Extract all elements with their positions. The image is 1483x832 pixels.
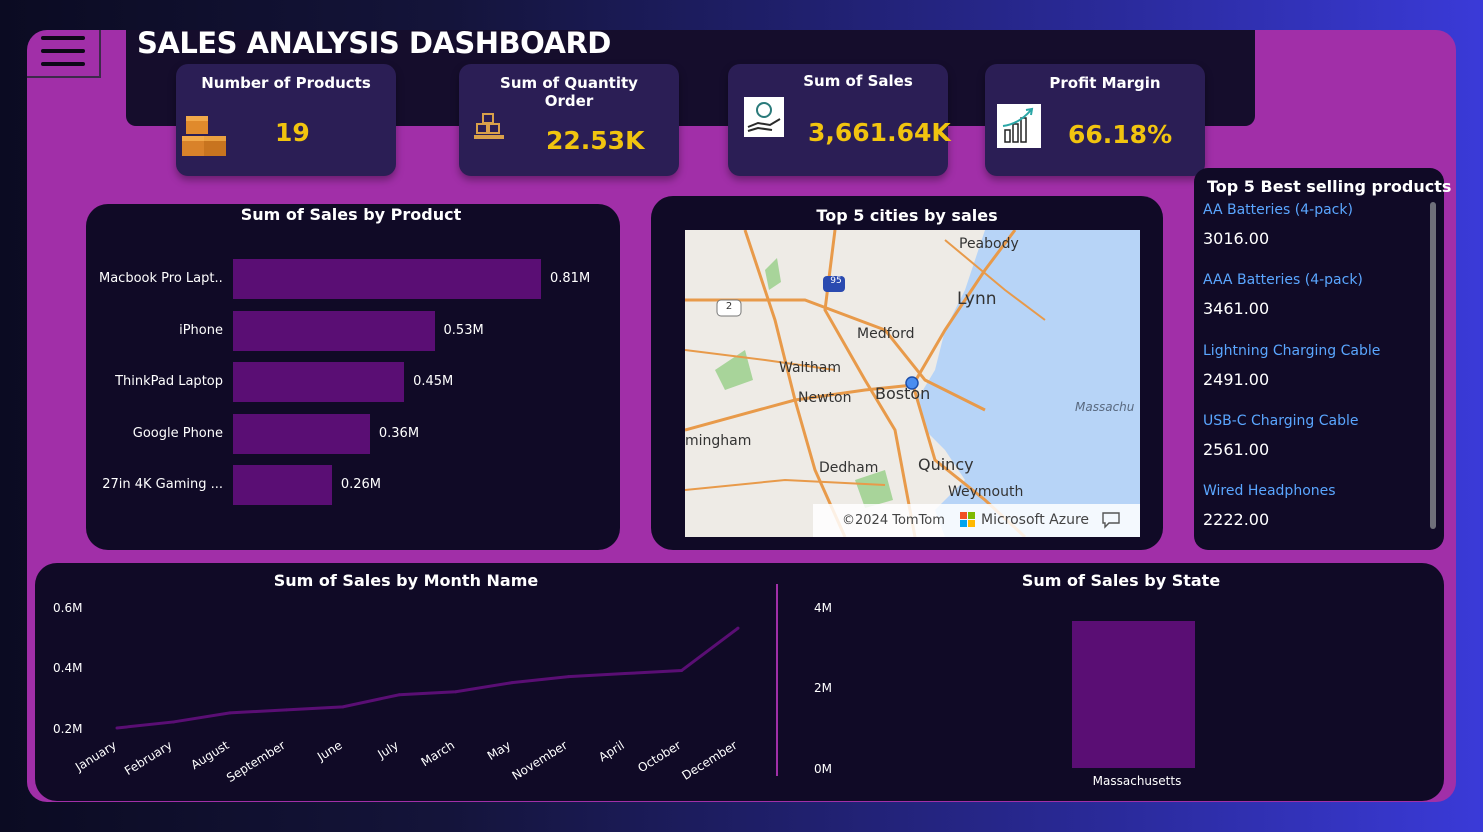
sales-line[interactable] <box>116 626 739 730</box>
line-point[interactable] <box>341 705 345 709</box>
line-point[interactable] <box>171 720 175 724</box>
line-point[interactable] <box>228 711 232 715</box>
line-point[interactable] <box>284 708 288 712</box>
line-point[interactable] <box>567 675 571 679</box>
month-line-chart <box>115 626 740 730</box>
line-point[interactable] <box>680 669 684 673</box>
line-point[interactable] <box>397 693 401 697</box>
line-point[interactable] <box>736 626 740 630</box>
line-point[interactable] <box>115 726 119 730</box>
bar[interactable] <box>1072 620 1195 768</box>
line-point[interactable] <box>623 672 627 676</box>
x-tick: Massachusetts <box>1092 774 1182 788</box>
line-point[interactable] <box>454 690 458 694</box>
line-point[interactable] <box>510 681 514 685</box>
